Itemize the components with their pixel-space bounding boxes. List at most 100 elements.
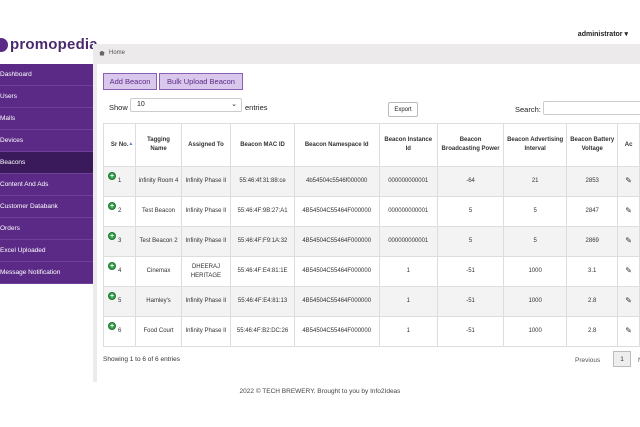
column-header[interactable]: Beacon Namespace Id (293, 123, 380, 167)
cell-voltage: 3.1 (566, 256, 619, 287)
table-row[interactable]: +2 Test Beacon Infinity Phase II 55:46:4F:9… (102, 196, 640, 227)
cell-value: infinity Room 4 (138, 178, 179, 184)
sidebar-item-label: Beacons (0, 159, 26, 166)
user-menu[interactable]: administrator ▾ (578, 30, 628, 38)
cell-voltage: 2847 (566, 196, 619, 227)
expand-row-icon[interactable]: + (108, 202, 116, 210)
cell-sr: +3 (102, 226, 137, 257)
column-header[interactable]: Tagging Name (135, 123, 182, 167)
sidebar-item-content-and-ads[interactable]: Content And Ads (0, 174, 93, 196)
table-row[interactable]: +5 Hamley's Infinity Phase II 55:46:4F:E4:8… (102, 286, 640, 317)
export-button[interactable]: Export (388, 102, 418, 117)
column-header[interactable]: Ac (617, 123, 640, 167)
sidebar-item-customer-databank[interactable]: Customer Databank (0, 196, 93, 218)
column-header[interactable]: Beacon Broadcasting Power (436, 123, 505, 167)
column-header[interactable]: Beacon Advertising Interval (503, 123, 568, 167)
cell-value: 1 (406, 298, 410, 304)
cell-value: 4b54504c5546f000000 (306, 178, 368, 184)
cell-power: 5 (436, 196, 505, 227)
cell-value: 3.1 (588, 268, 597, 274)
column-header[interactable]: Beacon Instance Id (378, 123, 438, 167)
cell-assigned: Infinity Phase II (180, 166, 232, 197)
table-row[interactable]: +6 Food Court Infinity Phase II 55:46:4F:B2… (102, 316, 640, 347)
cell-instance: 000000000001 (378, 196, 438, 227)
chevron-down-icon: ⌄ (231, 101, 237, 108)
entries-label: entries (245, 103, 268, 112)
add-beacon-button[interactable]: Add Beacon (103, 73, 157, 90)
cell-mac: 55:46:4F:F9:1A:32 (230, 226, 295, 257)
cell-value: 55:46:4F:9B:27:A1 (237, 208, 288, 214)
cell-value: 2853 (585, 178, 599, 184)
previous-page-button[interactable]: Previous (575, 357, 600, 364)
cell-mac: 55:46:4f:31:88:ce (230, 166, 295, 197)
expand-row-icon[interactable]: + (108, 262, 116, 270)
sidebar-item-beacons[interactable]: Beacons (0, 152, 98, 174)
edit-icon[interactable]: ✎ (625, 296, 632, 305)
edit-icon[interactable]: ✎ (625, 176, 632, 185)
cell-value: Infinity Phase II (185, 328, 227, 334)
column-header[interactable]: Beacon Battery Voltage (566, 123, 619, 167)
column-header-label: Beacon Instance Id (384, 137, 433, 152)
logo[interactable]: promopedia (0, 36, 98, 53)
column-header-label: Beacon Advertising Interval (507, 137, 564, 152)
cell-namespace: 4b54504c5546f000000 (293, 166, 380, 197)
cell-voltage: 2.8 (566, 286, 619, 317)
cell-instance: 000000000001 (378, 166, 438, 197)
cell-value: -51 (466, 328, 475, 334)
sidebar-item-orders[interactable]: Orders (0, 218, 93, 240)
page-size-select[interactable]: 10 ⌄ (130, 98, 242, 112)
cell-value: 55:46:4F:B2:DC:26 (236, 328, 289, 334)
table-row[interactable]: +3 Test Beacon 2 Infinity Phase II 55:46:4F… (102, 226, 640, 257)
cell-mac: 55:46:4F:E4:81:1E (230, 256, 295, 287)
sidebar-item-dashboard[interactable]: Dashboard (0, 64, 93, 86)
edit-icon[interactable]: ✎ (625, 206, 632, 215)
column-header-label: Beacon MAC ID (240, 141, 285, 148)
cell-mac: 55:46:4F:B2:DC:26 (230, 316, 295, 347)
cell-assigned: Infinity Phase II (180, 286, 232, 317)
sidebar-item-malls[interactable]: Malls (0, 108, 93, 130)
cell-value: 1 (406, 328, 410, 334)
column-header[interactable]: Assigned To (180, 123, 232, 167)
expand-row-icon[interactable]: + (108, 232, 116, 240)
cell-value: 2.8 (588, 328, 597, 334)
home-icon[interactable] (99, 50, 105, 56)
expand-row-icon[interactable]: + (108, 322, 116, 330)
expand-row-icon[interactable]: + (108, 172, 116, 180)
sidebar-item-users[interactable]: Users (0, 86, 93, 108)
sidebar-item-excel-uploaded[interactable]: Excel Uploaded (0, 240, 93, 262)
bulk-upload-button[interactable]: Bulk Upload Beacon (159, 73, 243, 90)
edit-icon[interactable]: ✎ (625, 326, 632, 335)
edit-icon[interactable]: ✎ (625, 266, 632, 275)
table-row[interactable]: +4 Cinemax DHEERAJ HERITAGE 55:46:4F:E4:81:… (102, 256, 640, 287)
cell-power: -51 (436, 316, 505, 347)
cell-value: 2847 (585, 208, 599, 214)
cell-value: Infinity Phase II (185, 238, 227, 244)
expand-row-icon[interactable]: + (108, 292, 116, 300)
cell-namespace: 4B54504C55464F000000 (293, 286, 380, 317)
cell-value: 1000 (528, 268, 542, 274)
edit-icon[interactable]: ✎ (625, 236, 632, 245)
cell-value: 000000000001 (388, 178, 429, 184)
cell-name: Test Beacon 2 (135, 226, 182, 257)
breadcrumb-home[interactable]: Home (109, 50, 125, 56)
table-row[interactable]: +1 infinity Room 4 Infinity Phase II 55:46:… (102, 166, 640, 197)
search-input[interactable] (543, 101, 640, 115)
cell-value: 6 (117, 328, 122, 334)
cell-value: 21 (531, 178, 539, 184)
column-header-label: Assigned To (188, 141, 224, 148)
cell-power: -51 (436, 256, 505, 287)
sidebar-item-devices[interactable]: Devices (0, 130, 93, 152)
cell-value: 55:46:4f:31:88:ce (239, 178, 286, 184)
sidebar-item-message-notification[interactable]: Message Notification (0, 262, 93, 284)
table-body: +1 infinity Room 4 Infinity Phase II 55:46:… (102, 166, 640, 347)
cell-actions: ✎ (617, 196, 640, 227)
cell-power: -51 (436, 286, 505, 317)
sidebar-item-label: Excel Uploaded (0, 247, 46, 254)
cell-namespace: 4B54504C55464F000000 (293, 196, 380, 227)
column-header[interactable]: Beacon MAC ID (230, 123, 295, 167)
column-header[interactable]: Sr No. ▲ (102, 123, 137, 167)
sort-asc-icon[interactable]: ▲ (128, 140, 133, 149)
cell-interval: 5 (503, 196, 568, 227)
cell-interval: 5 (503, 226, 568, 257)
page-1-button[interactable]: 1 (613, 351, 631, 367)
